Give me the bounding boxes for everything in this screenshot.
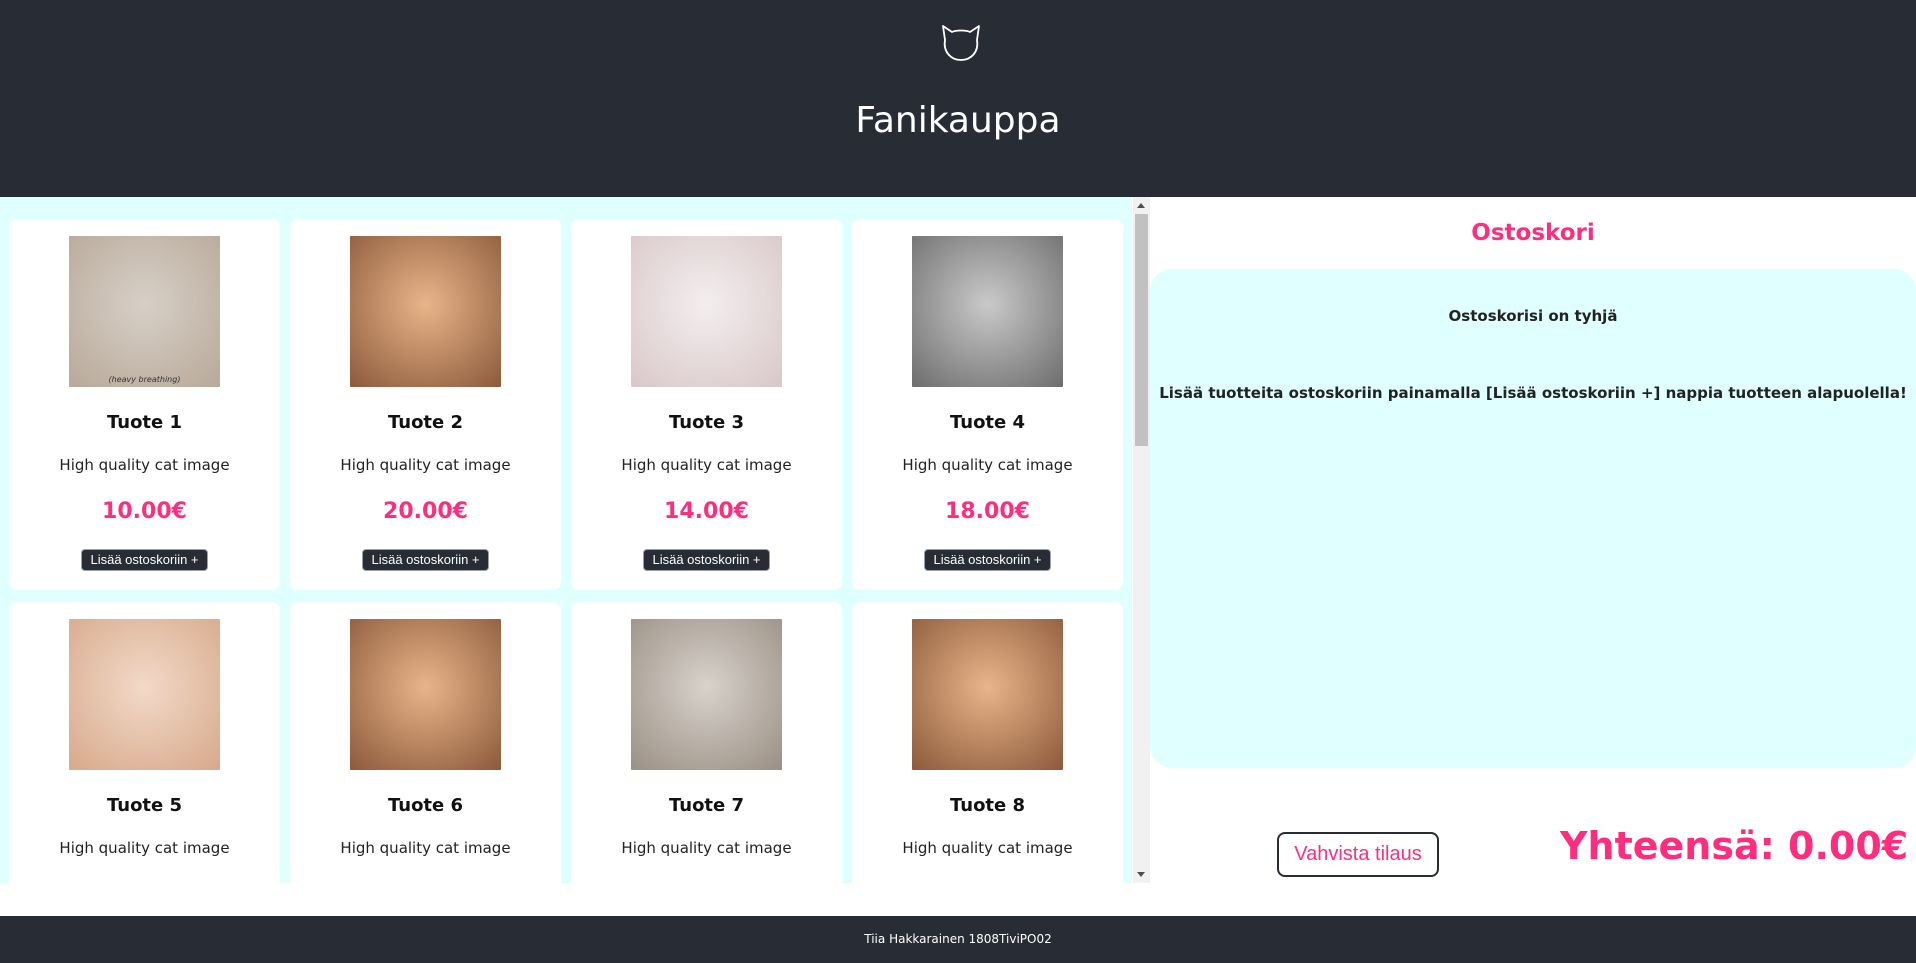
product-card: Tuote 3 High quality cat image 14.00€ Lisää… <box>571 219 842 590</box>
product-price: 18.00€ <box>945 499 1030 524</box>
product-description: High quality cat image <box>621 456 792 474</box>
product-card: Tuote 8 High quality cat image <box>852 602 1123 883</box>
site-header: Fanikauppa <box>0 0 1916 197</box>
site-footer: Tiia Hakkarainen 1808TiviPO02 <box>0 916 1916 963</box>
product-name: Tuote 1 <box>106 412 183 433</box>
scroll-down-arrow-icon[interactable] <box>1137 872 1145 877</box>
cart-total: Yhteensä: 0.00€ <box>1560 824 1909 868</box>
product-description: High quality cat image <box>59 839 230 857</box>
product-name: Tuote 4 <box>949 412 1026 433</box>
product-list-scrollbar[interactable] <box>1133 197 1150 883</box>
product-name: Tuote 3 <box>668 412 745 433</box>
footer-credit: Tiia Hakkarainen 1808TiviPO02 <box>864 932 1052 946</box>
site-title: Fanikauppa <box>855 100 1061 141</box>
add-to-cart-button[interactable]: Lisää ostoskoriin + <box>643 549 770 571</box>
scroll-up-arrow-icon[interactable] <box>1137 203 1145 208</box>
product-image <box>912 619 1063 770</box>
confirm-order-button[interactable]: Vahvista tilaus <box>1277 832 1439 877</box>
product-name: Tuote 5 <box>106 795 183 816</box>
product-card: Tuote 7 High quality cat image <box>571 602 842 883</box>
cart-panel: Ostoskorisi on tyhjä Lisää tuotteita ost… <box>1150 269 1916 768</box>
product-image-caption: (heavy breathing) <box>108 375 181 384</box>
product-description: High quality cat image <box>902 456 1073 474</box>
product-price: 10.00€ <box>102 499 187 524</box>
cart-hint: Lisää tuotteita ostoskoriin painamalla [… <box>1159 384 1907 402</box>
add-to-cart-button[interactable]: Lisää ostoskoriin + <box>81 549 208 571</box>
product-price: 14.00€ <box>664 499 749 524</box>
cart-title: Ostoskori <box>1471 220 1595 246</box>
product-card: Tuote 5 High quality cat image <box>9 602 280 883</box>
product-description: High quality cat image <box>902 839 1073 857</box>
cat-head-icon <box>942 25 980 61</box>
scrollbar-thumb[interactable] <box>1135 214 1148 446</box>
product-image <box>69 619 220 770</box>
product-image <box>69 236 220 387</box>
product-list[interactable]: (heavy breathing) Tuote 1 High quality cat… <box>0 197 1132 883</box>
product-image <box>631 236 782 387</box>
product-description: High quality cat image <box>621 839 792 857</box>
product-description: High quality cat image <box>340 839 511 857</box>
product-card: Tuote 4 High quality cat image 18.00€ Lisää… <box>852 219 1123 590</box>
add-to-cart-button[interactable]: Lisää ostoskoriin + <box>362 549 489 571</box>
cart-empty-message: Ostoskorisi on tyhjä <box>1448 307 1618 325</box>
product-image <box>350 619 501 770</box>
product-name: Tuote 6 <box>387 795 464 816</box>
product-card: Tuote 2 High quality cat image 20.00€ Lisää… <box>290 219 561 590</box>
product-description: High quality cat image <box>59 456 230 474</box>
product-name: Tuote 8 <box>949 795 1026 816</box>
add-to-cart-button[interactable]: Lisää ostoskoriin + <box>924 549 1051 571</box>
product-image <box>350 236 501 387</box>
product-card: Tuote 6 High quality cat image <box>290 602 561 883</box>
product-description: High quality cat image <box>340 456 511 474</box>
product-image <box>631 619 782 770</box>
product-card: (heavy breathing) Tuote 1 High quality cat… <box>9 219 280 590</box>
product-image <box>912 236 1063 387</box>
product-name: Tuote 2 <box>387 412 464 433</box>
product-price: 20.00€ <box>383 499 468 524</box>
product-name: Tuote 7 <box>668 795 745 816</box>
